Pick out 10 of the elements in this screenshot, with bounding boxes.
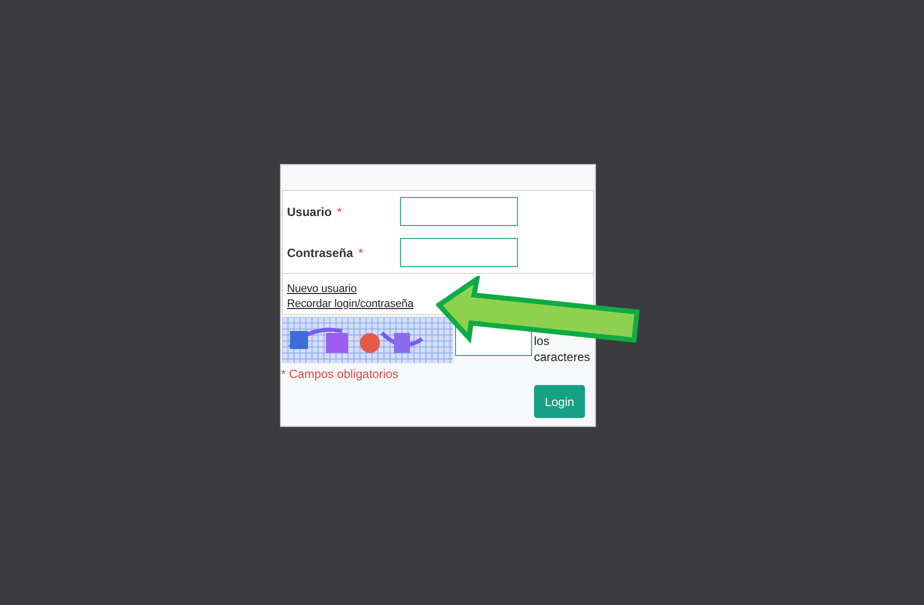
- field-label: Usuario *: [287, 204, 343, 218]
- required-note: * Campos obligatorios: [281, 367, 398, 381]
- link[interactable]: Nuevo usuario: [287, 282, 357, 297]
- arrow-icon: [436, 276, 642, 346]
- captcha-hint: caracteres: [534, 349, 590, 365]
- captcha-hint: los: [534, 333, 550, 349]
- link[interactable]: Recordar login/contraseña: [287, 297, 414, 312]
- input-field[interactable]: [400, 197, 518, 226]
- field-label: Contraseña *: [287, 246, 364, 260]
- input-field[interactable]: [400, 238, 518, 267]
